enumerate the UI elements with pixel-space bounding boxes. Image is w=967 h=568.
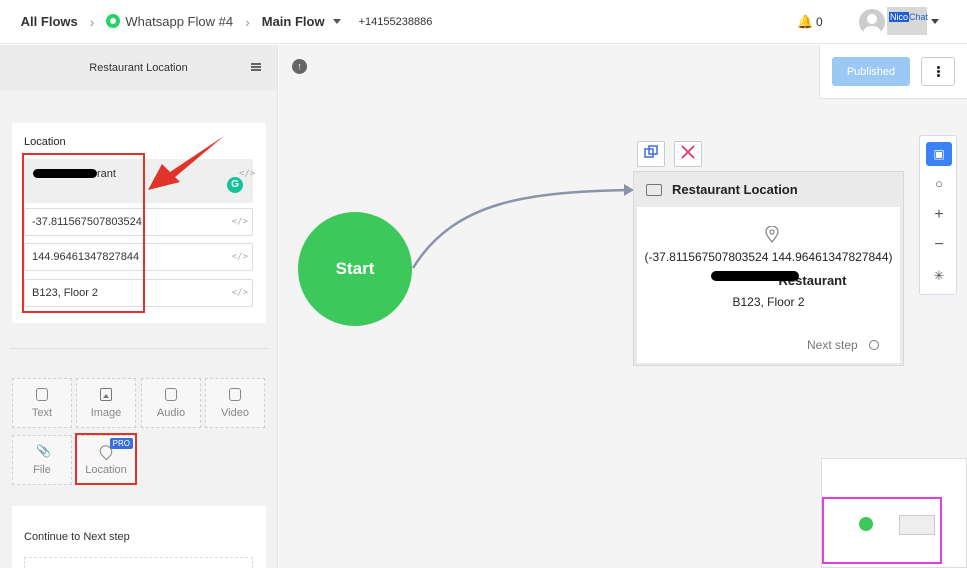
- code-icon[interactable]: </>: [232, 288, 248, 298]
- search-icon[interactable]: ○: [926, 172, 952, 196]
- user-menu-chevron-icon[interactable]: [931, 19, 939, 24]
- redaction-mark: [711, 271, 799, 281]
- folder-icon[interactable]: ▣: [926, 142, 952, 166]
- breadcrumb-separator-icon: ›: [89, 13, 95, 30]
- chevron-down-icon: [332, 19, 341, 24]
- audio-icon: [165, 388, 177, 401]
- divider: [10, 348, 268, 349]
- file-text-icon: [36, 388, 48, 401]
- subflow-selector[interactable]: Main Flow: [262, 14, 341, 29]
- minimap[interactable]: [821, 458, 967, 568]
- duplicate-node-icon[interactable]: [637, 141, 665, 167]
- zoom-out-icon[interactable]: −: [926, 233, 952, 257]
- next-step-label: Next step: [807, 338, 858, 352]
- published-button[interactable]: Published: [832, 57, 910, 86]
- video-icon: [229, 388, 241, 401]
- paperclip-icon: 📎: [36, 444, 51, 458]
- annotation-highlight-box: [22, 153, 145, 313]
- breadcrumb-all-flows[interactable]: All Flows: [21, 14, 78, 29]
- upload-icon[interactable]: ↑: [292, 59, 307, 74]
- minimap-start-node: [859, 517, 873, 531]
- breadcrumb-flow[interactable]: Whatsapp Flow #4: [106, 14, 233, 29]
- phone-number: +14155238886: [358, 15, 433, 28]
- next-step-dropzone[interactable]: [24, 557, 253, 568]
- continue-section: Continue to Next step: [12, 506, 266, 568]
- menu-icon[interactable]: [251, 63, 261, 71]
- next-step-connector[interactable]: [869, 340, 879, 350]
- panel-title: Restaurant Location: [89, 61, 188, 74]
- start-node[interactable]: Start: [298, 212, 412, 326]
- node-title: Restaurant Location: [672, 182, 798, 197]
- zoom-in-icon[interactable]: +: [926, 203, 952, 227]
- notification-count: 0: [816, 15, 823, 29]
- map-pin-icon: [765, 226, 779, 244]
- add-file-button[interactable]: 📎 File: [12, 435, 72, 485]
- add-text-button[interactable]: Text: [12, 378, 72, 428]
- panel-header: Restaurant Location: [0, 45, 277, 90]
- code-icon[interactable]: </>: [232, 252, 248, 262]
- canvas-toolbar: ▣ ○ + − ✳: [919, 135, 957, 295]
- whatsapp-icon: [106, 14, 121, 28]
- image-icon: [100, 388, 112, 401]
- restaurant-location-node[interactable]: Restaurant Location (-37.811567507803524…: [633, 171, 904, 366]
- breadcrumb-separator-icon: ›: [245, 13, 250, 30]
- workspace-logo[interactable]: NicoChat: [887, 7, 928, 35]
- bell-icon[interactable]: 🔔: [797, 14, 813, 30]
- annotation-arrow-icon: [148, 136, 224, 190]
- continue-label: Continue to Next step: [24, 531, 130, 543]
- node-coordinates: (-37.811567507803524 144.96461347827844): [644, 250, 893, 264]
- more-options-icon[interactable]: [921, 57, 955, 86]
- connector-line: [411, 184, 634, 269]
- message-icon: [646, 183, 662, 196]
- annotation-highlight-box: [75, 433, 137, 485]
- add-video-button[interactable]: Video: [205, 378, 265, 428]
- node-body: (-37.811567507803524 144.96461347827844)…: [637, 207, 900, 363]
- auto-layout-icon[interactable]: ✳: [926, 264, 952, 288]
- minimap-node: [899, 515, 935, 535]
- add-image-button[interactable]: Image: [76, 378, 136, 428]
- node-header: Restaurant Location: [634, 172, 903, 207]
- delete-node-icon[interactable]: [674, 141, 702, 167]
- node-address: B123, Floor 2: [732, 295, 805, 309]
- code-icon[interactable]: </>: [232, 217, 248, 227]
- code-icon[interactable]: </>: [239, 169, 255, 179]
- add-audio-button[interactable]: Audio: [141, 378, 201, 428]
- avatar[interactable]: [859, 9, 885, 35]
- location-section-label: Location: [24, 136, 66, 148]
